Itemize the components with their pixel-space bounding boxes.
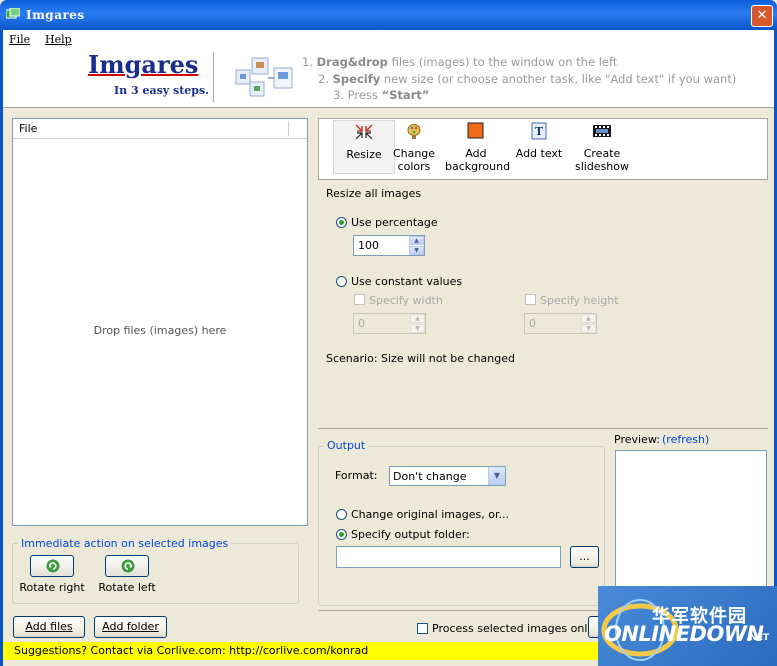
specify-folder-label[interactable]: Specify output folder:	[351, 528, 470, 541]
spin-up-icon[interactable]: ▲	[581, 314, 596, 323]
spin-down-icon[interactable]: ▼	[409, 246, 424, 255]
tool-add-text-label: Add text	[515, 147, 563, 160]
resize-heading: Resize all images	[326, 187, 422, 200]
resize-icon	[355, 124, 373, 140]
text-icon: T	[531, 122, 547, 140]
use-percentage-label[interactable]: Use percentage	[351, 216, 438, 229]
file-list-header	[13, 119, 307, 139]
rotate-right-label: Rotate right	[19, 581, 85, 594]
menu-file[interactable]: File	[9, 33, 30, 46]
spin-up-icon[interactable]: ▲	[409, 236, 424, 245]
preview-area	[615, 450, 767, 600]
process-selected-checkbox[interactable]	[417, 623, 428, 634]
watermark-english: ONLINEDOWN	[604, 622, 764, 646]
change-original-radio[interactable]	[336, 509, 347, 520]
spin-down-icon[interactable]: ▼	[410, 324, 425, 333]
add-folder-button[interactable]: Add folder	[94, 616, 167, 638]
steps-illustration-icon	[235, 57, 293, 97]
preview-label: Preview:	[614, 433, 660, 446]
height-value[interactable]: 0	[529, 317, 536, 330]
chevron-down-icon[interactable]: ▼	[488, 467, 505, 485]
step-2: 2. Specify new size (or choose another t…	[318, 72, 737, 86]
width-spin-buttons[interactable]: ▲ ▼	[410, 314, 425, 333]
output-folder-input[interactable]	[336, 546, 561, 568]
column-header-file[interactable]: File	[19, 122, 37, 135]
percentage-value[interactable]: 100	[358, 239, 379, 252]
use-constant-label[interactable]: Use constant values	[351, 275, 462, 288]
file-list-panel[interactable]	[12, 118, 308, 526]
background-icon	[467, 122, 484, 139]
tool-create-slideshow-label-line1: Create	[583, 147, 621, 160]
tool-add-text[interactable]: T Add text	[508, 120, 570, 174]
height-stepper[interactable]: 0 ▲ ▼	[524, 313, 597, 334]
tool-change-colors-label-line1: Change	[392, 147, 436, 160]
palette-icon	[407, 124, 421, 139]
status-text: Suggestions? Contact via Corlive.com: ht…	[14, 644, 369, 657]
watermark-suffix: .NET	[746, 633, 770, 643]
rotate-right-button[interactable]	[30, 555, 74, 577]
tool-add-background-label-line2: background	[445, 160, 511, 173]
tool-change-colors[interactable]: Change colors	[383, 120, 445, 174]
tool-create-slideshow-label-line2: slideshow	[574, 160, 630, 173]
logo-name: Imgares	[88, 50, 199, 79]
tool-add-background-label-line1: Add	[465, 147, 487, 160]
title-bar[interactable]	[0, 0, 777, 30]
specify-folder-radio[interactable]	[336, 529, 347, 540]
spin-down-icon[interactable]: ▼	[581, 324, 596, 333]
percentage-spin-buttons[interactable]: ▲ ▼	[409, 236, 424, 255]
column-separator[interactable]	[288, 121, 289, 136]
film-icon	[593, 125, 611, 137]
window-title: Imgares	[26, 8, 85, 22]
height-spin-buttons[interactable]: ▲ ▼	[581, 314, 596, 333]
logo-tagline: In 3 easy steps.	[114, 84, 209, 97]
output-group-label: Output	[324, 439, 369, 452]
close-button[interactable]: ✕	[751, 5, 773, 27]
specify-width-label: Specify width	[369, 294, 443, 307]
svg-text:T: T	[535, 125, 544, 138]
change-original-label[interactable]: Change original images, or...	[351, 508, 509, 521]
menu-help[interactable]: Help	[45, 33, 72, 46]
rotate-left-label: Rotate left	[98, 581, 156, 594]
rotate-right-icon	[46, 559, 60, 573]
preview-refresh-link[interactable]: (refresh)	[662, 433, 709, 446]
rotate-left-icon	[121, 559, 135, 573]
rotate-left-button[interactable]	[105, 555, 149, 577]
width-value[interactable]: 0	[358, 317, 365, 330]
width-stepper[interactable]: 0 ▲ ▼	[353, 313, 426, 334]
specify-height-checkbox[interactable]	[525, 294, 536, 305]
use-constant-radio[interactable]	[336, 276, 347, 287]
format-value[interactable]: Don't change	[393, 470, 467, 483]
specify-height-label: Specify height	[540, 294, 619, 307]
browse-folder-button[interactable]: ...	[570, 546, 599, 568]
format-select[interactable]: Don't change ▼	[389, 466, 506, 486]
tool-create-slideshow[interactable]: Create slideshow	[571, 120, 633, 174]
logo-divider	[213, 52, 214, 102]
scenario-text: Scenario: Size will not be changed	[326, 352, 515, 365]
use-percentage-radio[interactable]	[336, 217, 347, 228]
menu-bar	[3, 30, 774, 50]
tool-add-background[interactable]: Add background	[445, 120, 511, 174]
add-files-button[interactable]: Add files	[13, 616, 85, 638]
spin-up-icon[interactable]: ▲	[410, 314, 425, 323]
step-3: 3. Press “Start”	[333, 88, 430, 102]
tool-change-colors-label-line2: colors	[397, 160, 431, 173]
drop-hint: Drop files (images) here	[93, 324, 227, 337]
options-divider	[318, 428, 768, 429]
process-selected-label[interactable]: Process selected images only	[432, 622, 594, 635]
app-icon	[6, 8, 20, 19]
specify-width-checkbox[interactable]	[354, 294, 365, 305]
percentage-stepper[interactable]: 100 ▲ ▼	[353, 235, 425, 256]
format-label: Format:	[335, 469, 378, 482]
immediate-action-label: Immediate action on selected images	[18, 537, 232, 550]
step-1: 1. Drag&drop files (images) to the windo…	[302, 55, 618, 69]
